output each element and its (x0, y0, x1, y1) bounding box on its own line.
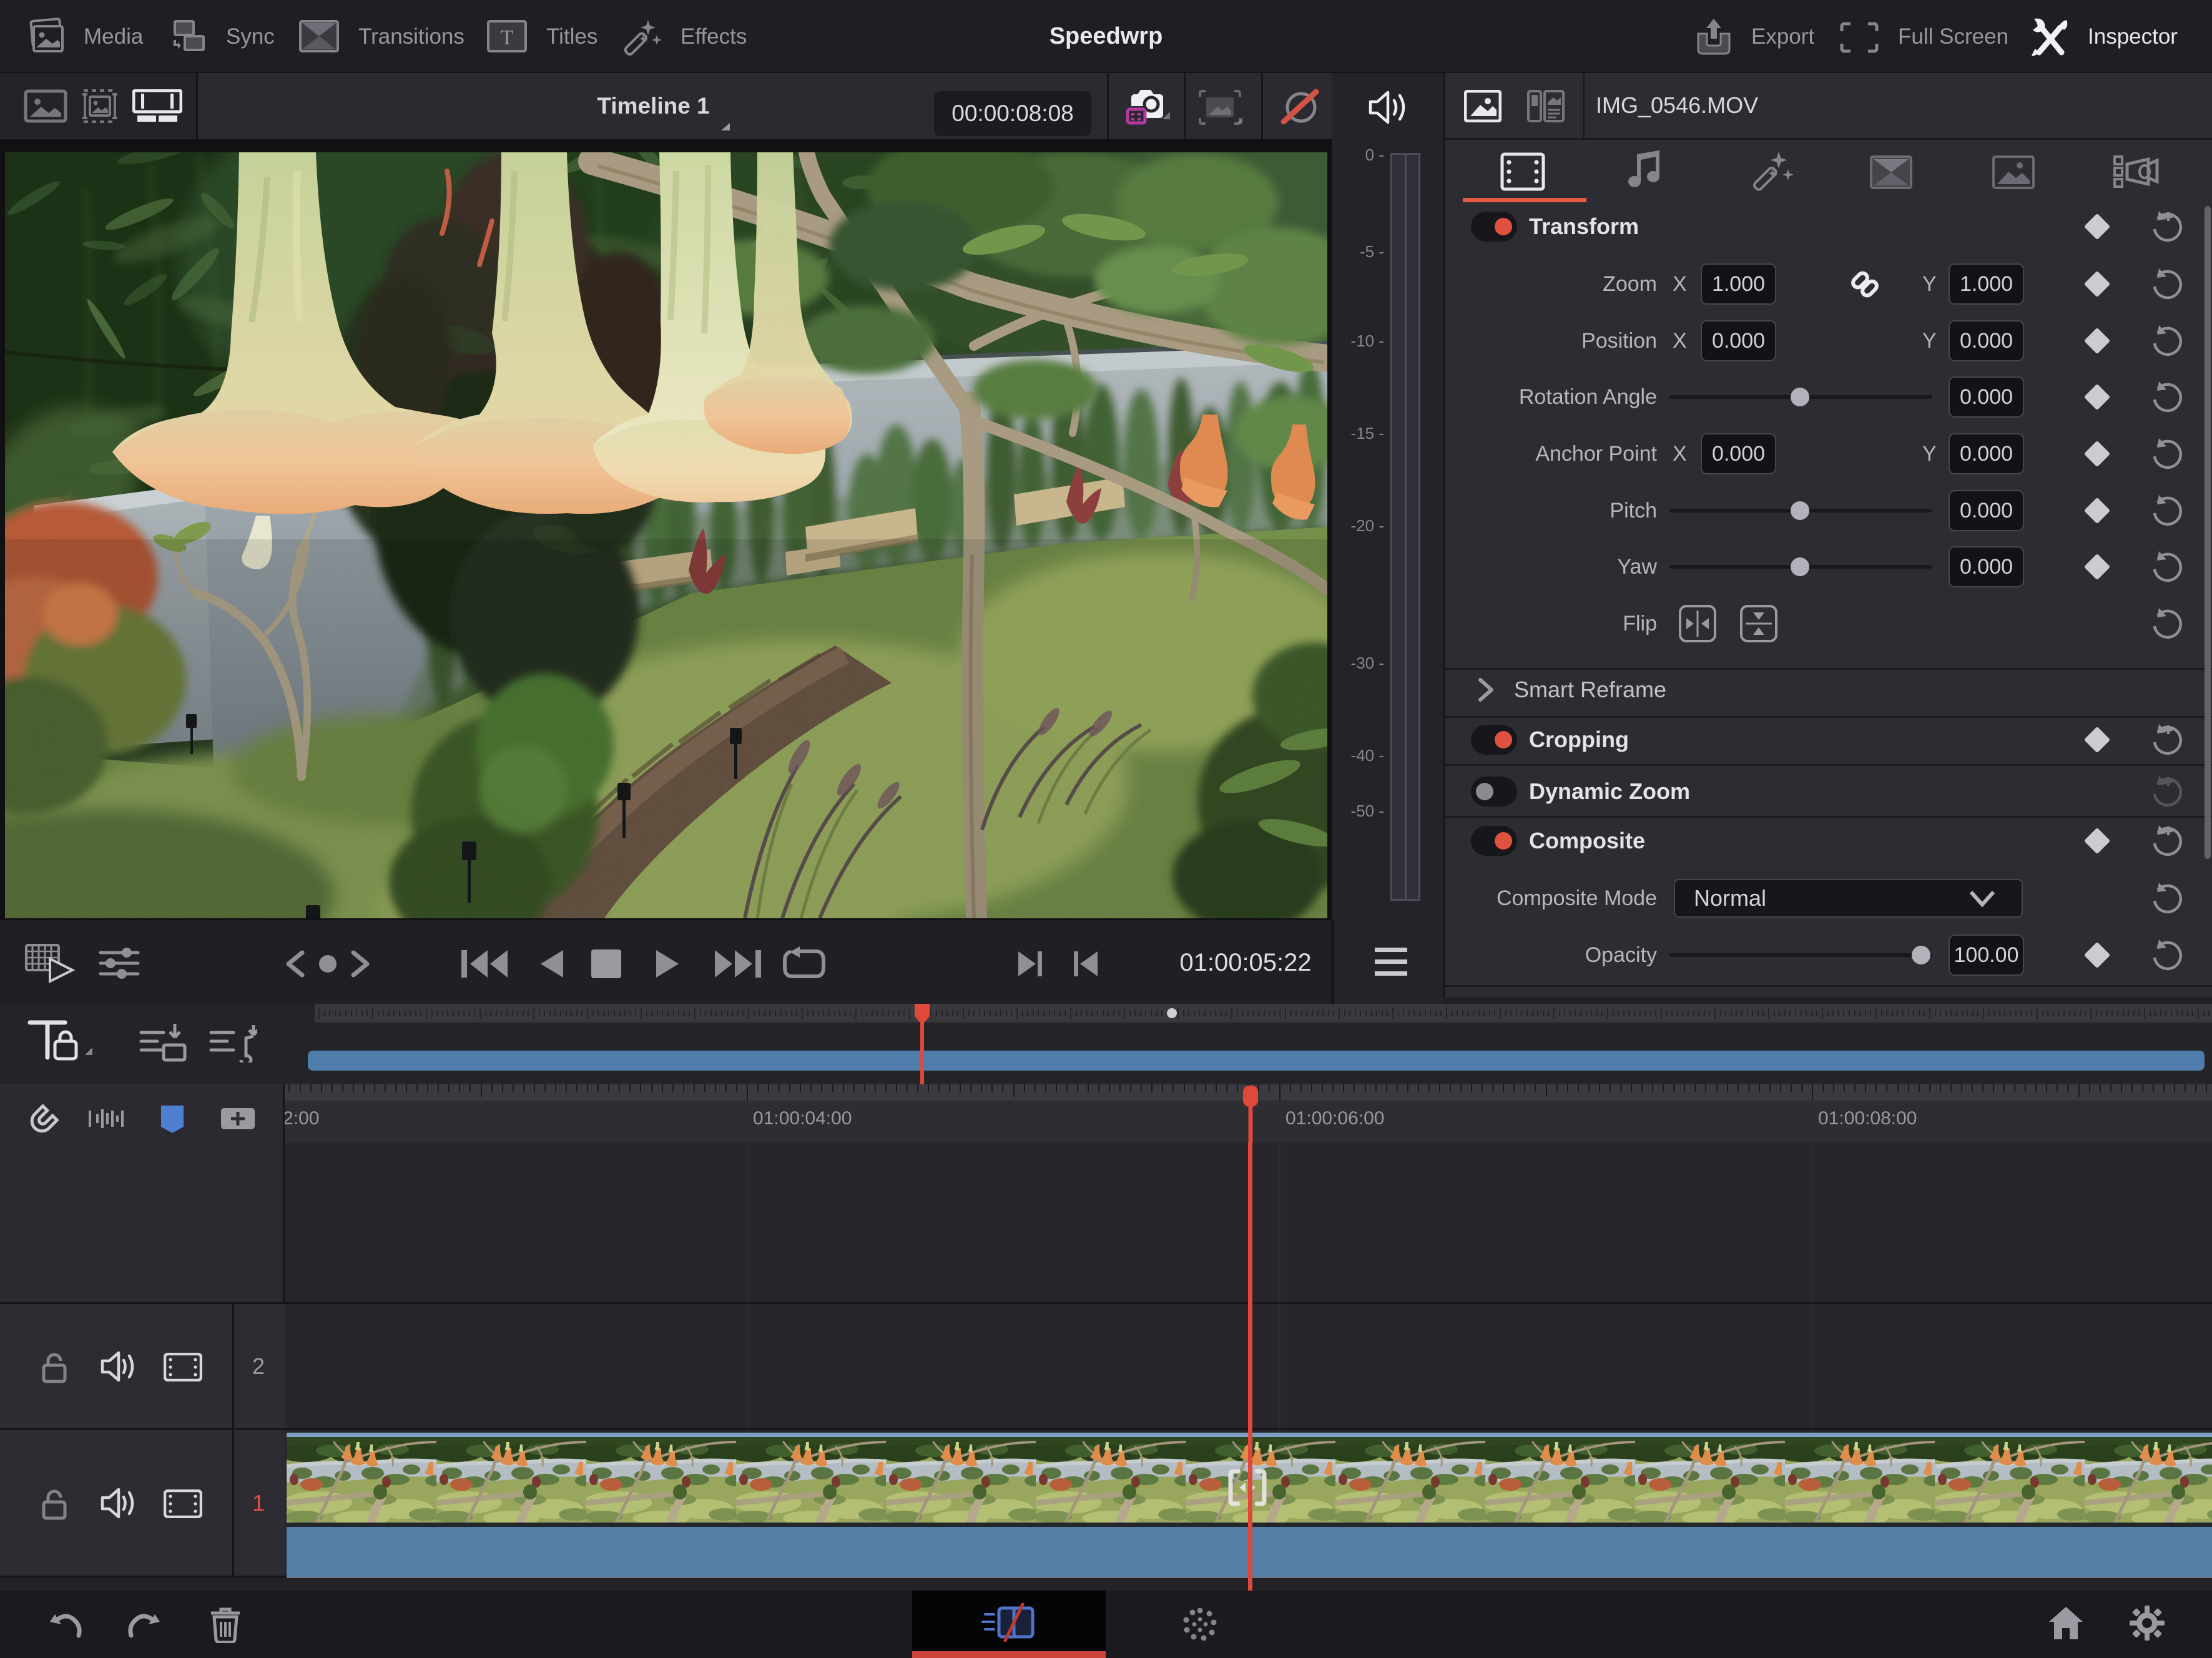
svg-text:T: T (501, 26, 514, 49)
